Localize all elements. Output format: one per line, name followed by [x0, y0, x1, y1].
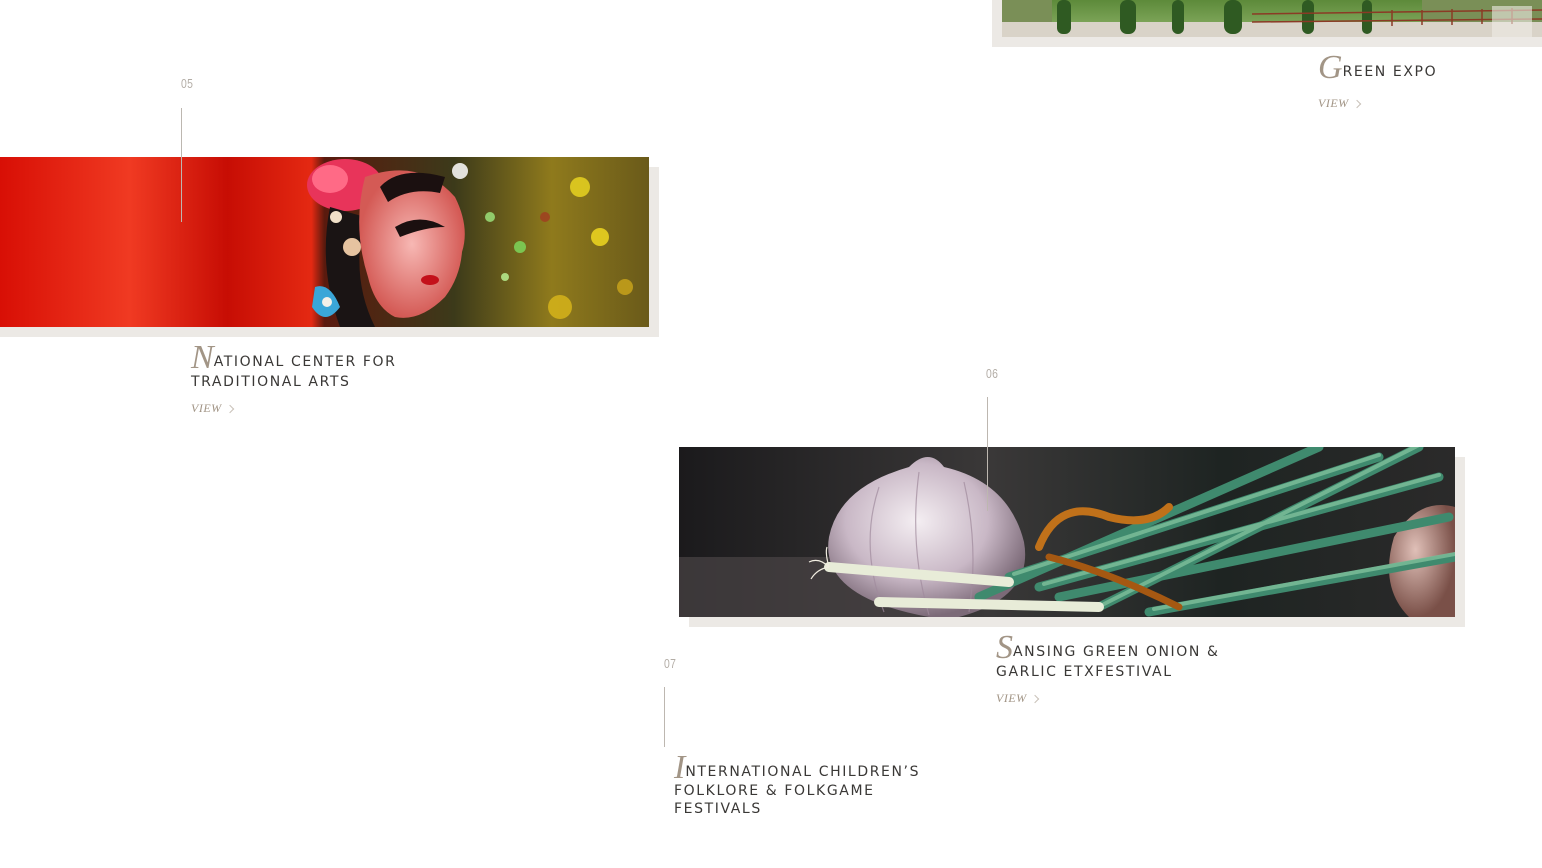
- title-rest: REEN EXPO: [1342, 64, 1438, 80]
- title-line3: FESTIVALS: [674, 801, 762, 817]
- traditional-arts-title[interactable]: NATIONAL CENTER FOR TRADITIONAL ARTS: [191, 341, 397, 392]
- chevron-right-icon: [1030, 694, 1039, 703]
- title-initial: S: [996, 629, 1013, 666]
- green-expo-image[interactable]: [1002, 0, 1542, 37]
- title-line2: TRADITIONAL ARTS: [191, 374, 351, 390]
- title-initial: N: [191, 339, 214, 376]
- green-expo-view-link[interactable]: VIEW: [1318, 96, 1361, 111]
- title-initial: G: [1318, 49, 1343, 86]
- view-label: VIEW: [191, 401, 222, 415]
- title-line2: GARLIC ETXFESTIVAL: [996, 664, 1173, 680]
- item-number-07: 07: [664, 656, 677, 671]
- title-line1: ATIONAL CENTER FOR: [213, 354, 397, 370]
- item-06-vertical-rule: [987, 397, 988, 511]
- traditional-arts-view-link[interactable]: VIEW: [191, 401, 234, 416]
- onion-garlic-image[interactable]: [679, 447, 1455, 617]
- item-number-05: 05: [181, 76, 194, 91]
- green-expo-title[interactable]: GREEN EXPO: [1318, 51, 1438, 85]
- traditional-arts-image[interactable]: [0, 157, 649, 327]
- item-05-vertical-rule: [181, 108, 182, 222]
- item-number-06: 06: [986, 366, 999, 381]
- title-line1: NTERNATIONAL CHILDREN’S: [685, 764, 921, 780]
- onion-garlic-title[interactable]: SANSING GREEN ONION & GARLIC ETXFESTIVAL: [996, 631, 1220, 682]
- title-line1: ANSING GREEN ONION &: [1013, 644, 1220, 660]
- view-label: VIEW: [996, 691, 1027, 705]
- title-line2: FOLKLORE & FOLKGAME: [674, 783, 875, 799]
- chevron-right-icon: [1352, 99, 1361, 108]
- onion-garlic-view-link[interactable]: VIEW: [996, 691, 1039, 706]
- chevron-right-icon: [225, 404, 234, 413]
- view-label: VIEW: [1318, 96, 1349, 110]
- title-initial: I: [674, 749, 686, 786]
- folklore-festivals-title[interactable]: INTERNATIONAL CHILDREN’S FOLKLORE & FOLK…: [674, 751, 921, 818]
- item-07-vertical-rule: [664, 687, 665, 747]
